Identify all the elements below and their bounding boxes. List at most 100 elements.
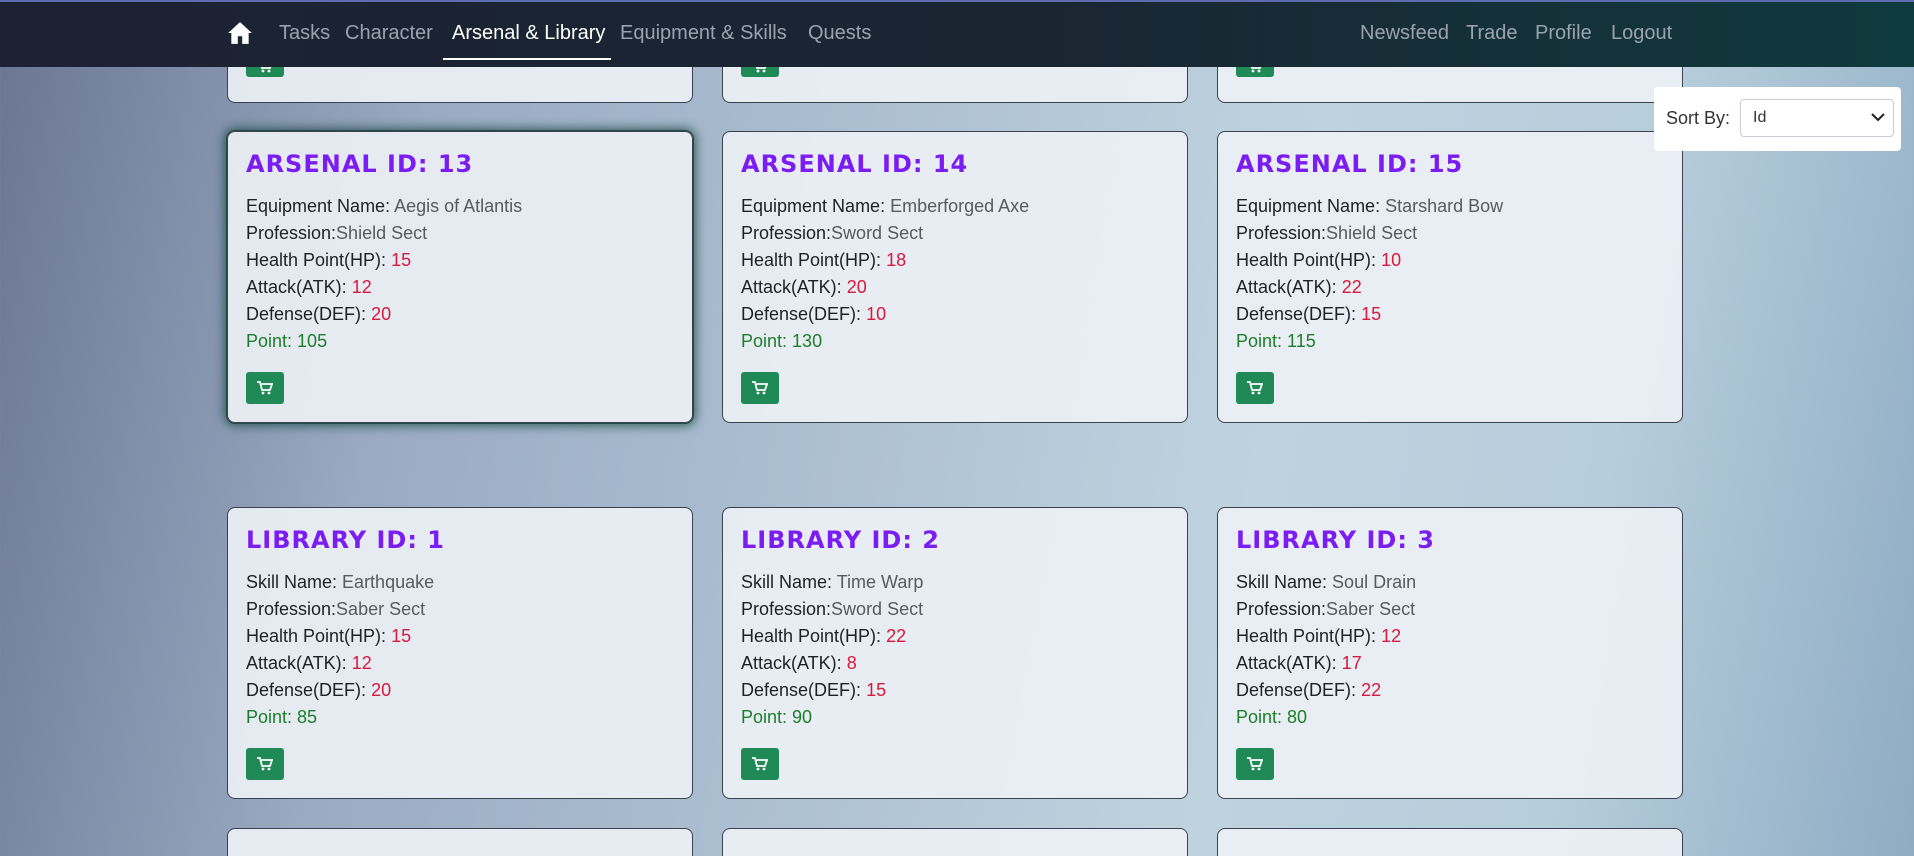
point-value: 130 <box>792 331 823 351</box>
arsenal-card: ARSENAL ID: 14 Equipment Name: Emberforg… <box>722 131 1188 423</box>
nav-profile[interactable]: Profile <box>1535 22 1592 45</box>
nav-tasks[interactable]: Tasks <box>279 22 330 45</box>
point-value: 90 <box>792 707 813 727</box>
label-atk: Attack(ATK): <box>1236 277 1337 297</box>
nav-logout[interactable]: Logout <box>1611 22 1672 45</box>
atk-value: 8 <box>846 653 857 673</box>
nav-active-indicator <box>443 58 611 60</box>
nav-equipment-skills[interactable]: Equipment & Skills <box>620 22 787 45</box>
cart-icon <box>752 757 768 771</box>
library-card: LIBRARY ID: 3 Skill Name: Soul Drain Pro… <box>1217 507 1683 799</box>
nav-quests[interactable]: Quests <box>808 22 871 45</box>
label-hp: Health Point(HP): <box>246 250 387 270</box>
def-value: 10 <box>866 304 887 324</box>
nav-trade[interactable]: Trade <box>1466 22 1518 45</box>
sort-select[interactable]: Id <box>1740 99 1894 137</box>
buy-cart-button[interactable] <box>741 372 779 404</box>
arsenal-card: ARSENAL ID: 15 Equipment Name: Starshard… <box>1217 131 1683 423</box>
atk-value: 12 <box>351 653 372 673</box>
top-navbar: Tasks Character Arsenal & Library Equipm… <box>0 0 1914 67</box>
hp-value: 15 <box>391 626 412 646</box>
cart-icon <box>1247 381 1263 395</box>
label-def: Defense(DEF): <box>741 304 862 324</box>
hp-value: 12 <box>1381 626 1402 646</box>
label-point: Point: <box>246 331 293 351</box>
profession-value: Shield Sect <box>1326 223 1418 243</box>
card-partial-bottom <box>227 828 693 856</box>
home-icon[interactable] <box>227 20 253 46</box>
label-hp: Health Point(HP): <box>741 626 882 646</box>
def-value: 15 <box>866 680 887 700</box>
label-profession: Profession: <box>246 223 337 243</box>
sort-label: Sort By: <box>1666 108 1731 128</box>
label-skill-name: Skill Name: <box>1236 572 1328 592</box>
atk-value: 20 <box>846 277 867 297</box>
label-atk: Attack(ATK): <box>741 277 842 297</box>
label-point: Point: <box>741 707 788 727</box>
label-hp: Health Point(HP): <box>1236 250 1377 270</box>
cart-icon <box>257 757 273 771</box>
label-equipment-name: Equipment Name: <box>1236 196 1381 216</box>
label-point: Point: <box>246 707 293 727</box>
label-profession: Profession: <box>1236 599 1327 619</box>
equipment-name: Starshard Bow <box>1385 196 1504 216</box>
card-partial-bottom <box>1217 828 1683 856</box>
buy-cart-button[interactable] <box>1236 748 1274 780</box>
card-title: LIBRARY ID: 1 <box>246 526 445 554</box>
label-hp: Health Point(HP): <box>741 250 882 270</box>
buy-cart-button[interactable] <box>1236 372 1274 404</box>
nav-arsenal-library[interactable]: Arsenal & Library <box>452 22 605 45</box>
card-partial-bottom <box>722 828 1188 856</box>
label-def: Defense(DEF): <box>246 680 367 700</box>
nav-newsfeed[interactable]: Newsfeed <box>1360 22 1449 45</box>
label-def: Defense(DEF): <box>1236 680 1357 700</box>
skill-name: Soul Drain <box>1332 572 1417 592</box>
profession-value: Saber Sect <box>1326 599 1416 619</box>
label-equipment-name: Equipment Name: <box>246 196 391 216</box>
def-value: 20 <box>371 680 392 700</box>
label-profession: Profession: <box>741 599 832 619</box>
label-skill-name: Skill Name: <box>741 572 833 592</box>
library-card: LIBRARY ID: 1 Skill Name: Earthquake Pro… <box>227 507 693 799</box>
point-value: 85 <box>297 707 318 727</box>
arsenal-card: ARSENAL ID: 13 Equipment Name: Aegis of … <box>227 131 693 423</box>
buy-cart-button[interactable] <box>246 748 284 780</box>
equipment-name: Emberforged Axe <box>890 196 1030 216</box>
sort-selected-value: Id <box>1753 109 1767 126</box>
card-title: ARSENAL ID: 13 <box>246 150 474 178</box>
label-point: Point: <box>1236 707 1283 727</box>
def-value: 20 <box>371 304 392 324</box>
cart-icon <box>752 381 768 395</box>
card-title: ARSENAL ID: 15 <box>1236 150 1464 178</box>
atk-value: 12 <box>351 277 372 297</box>
nav-character[interactable]: Character <box>345 22 433 45</box>
label-point: Point: <box>1236 331 1283 351</box>
chevron-down-icon <box>1871 113 1885 122</box>
cart-icon <box>257 381 273 395</box>
buy-cart-button[interactable] <box>741 748 779 780</box>
point-value: 115 <box>1287 331 1316 351</box>
skill-name: Earthquake <box>342 572 435 592</box>
profession-value: Sword Sect <box>831 599 924 619</box>
atk-value: 22 <box>1341 277 1362 297</box>
label-atk: Attack(ATK): <box>246 277 347 297</box>
label-def: Defense(DEF): <box>741 680 862 700</box>
card-title: ARSENAL ID: 14 <box>741 150 969 178</box>
label-atk: Attack(ATK): <box>1236 653 1337 673</box>
atk-value: 17 <box>1341 653 1362 673</box>
point-value: 80 <box>1287 707 1308 727</box>
label-hp: Health Point(HP): <box>1236 626 1377 646</box>
label-def: Defense(DEF): <box>246 304 367 324</box>
buy-cart-button[interactable] <box>246 372 284 404</box>
equipment-name: Aegis of Atlantis <box>394 196 523 216</box>
label-profession: Profession: <box>741 223 832 243</box>
label-point: Point: <box>741 331 788 351</box>
label-profession: Profession: <box>246 599 337 619</box>
skill-name: Time Warp <box>836 572 924 592</box>
label-hp: Health Point(HP): <box>246 626 387 646</box>
label-skill-name: Skill Name: <box>246 572 338 592</box>
hp-value: 22 <box>886 626 907 646</box>
library-card: LIBRARY ID: 2 Skill Name: Time Warp Prof… <box>722 507 1188 799</box>
label-atk: Attack(ATK): <box>246 653 347 673</box>
card-title: LIBRARY ID: 3 <box>1236 526 1435 554</box>
